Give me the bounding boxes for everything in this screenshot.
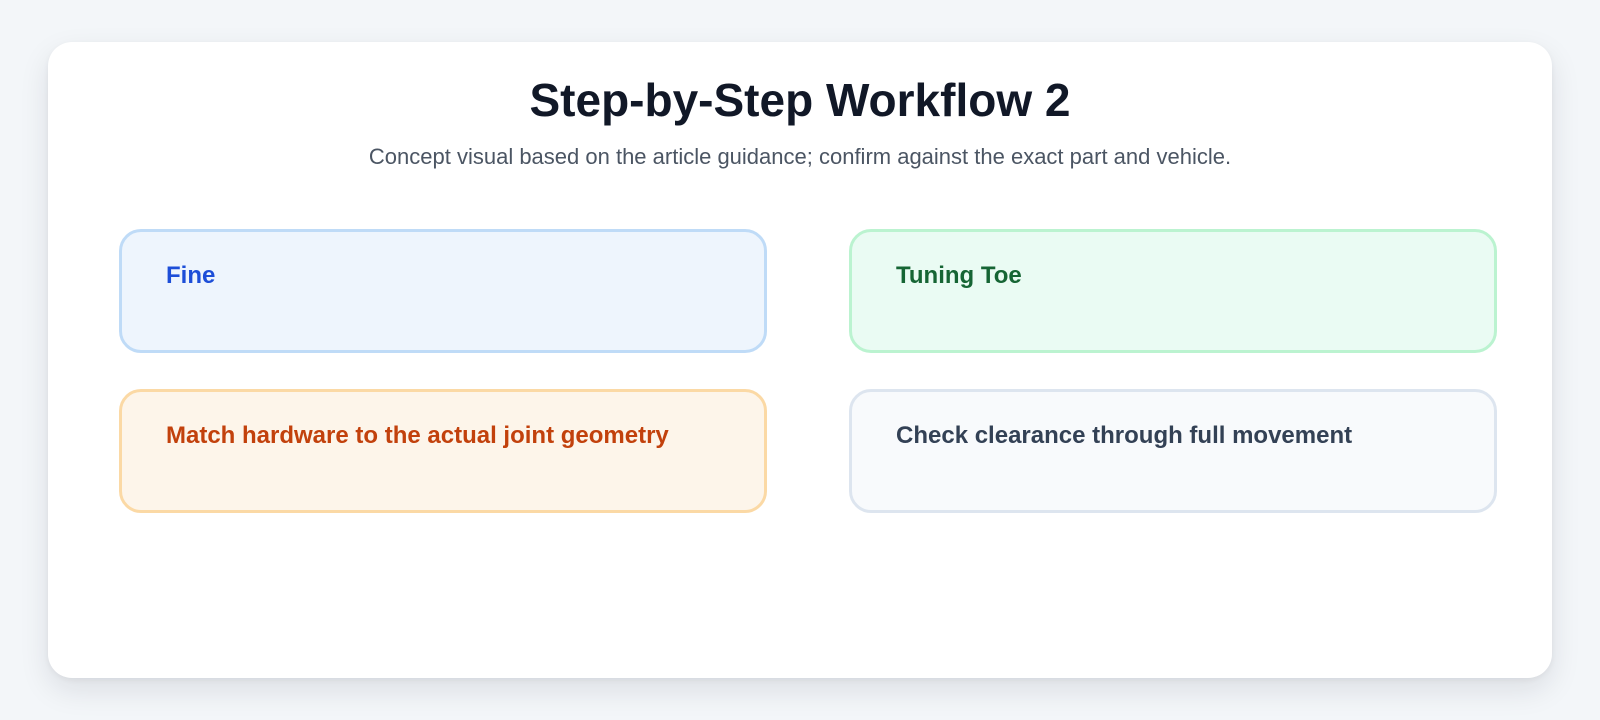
workflow-panel bbox=[48, 42, 1552, 678]
page-subtitle: Concept visual based on the article guid… bbox=[368, 144, 1232, 169]
step-card-fine: Fine bbox=[119, 229, 767, 353]
step-card-check-clearance: Check clearance through full movement bbox=[849, 389, 1497, 513]
step-label: Match hardware to the actual joint geome… bbox=[166, 422, 669, 449]
step-label: Fine bbox=[166, 262, 216, 289]
step-card-match-hardware: Match hardware to the actual joint geome… bbox=[119, 389, 767, 513]
page-title: Step-by-Step Workflow 2 bbox=[529, 74, 1071, 126]
step-label: Tuning Toe bbox=[896, 262, 1022, 289]
step-label: Check clearance through full movement bbox=[896, 422, 1353, 449]
step-card-tuning-toe: Tuning Toe bbox=[849, 229, 1497, 353]
